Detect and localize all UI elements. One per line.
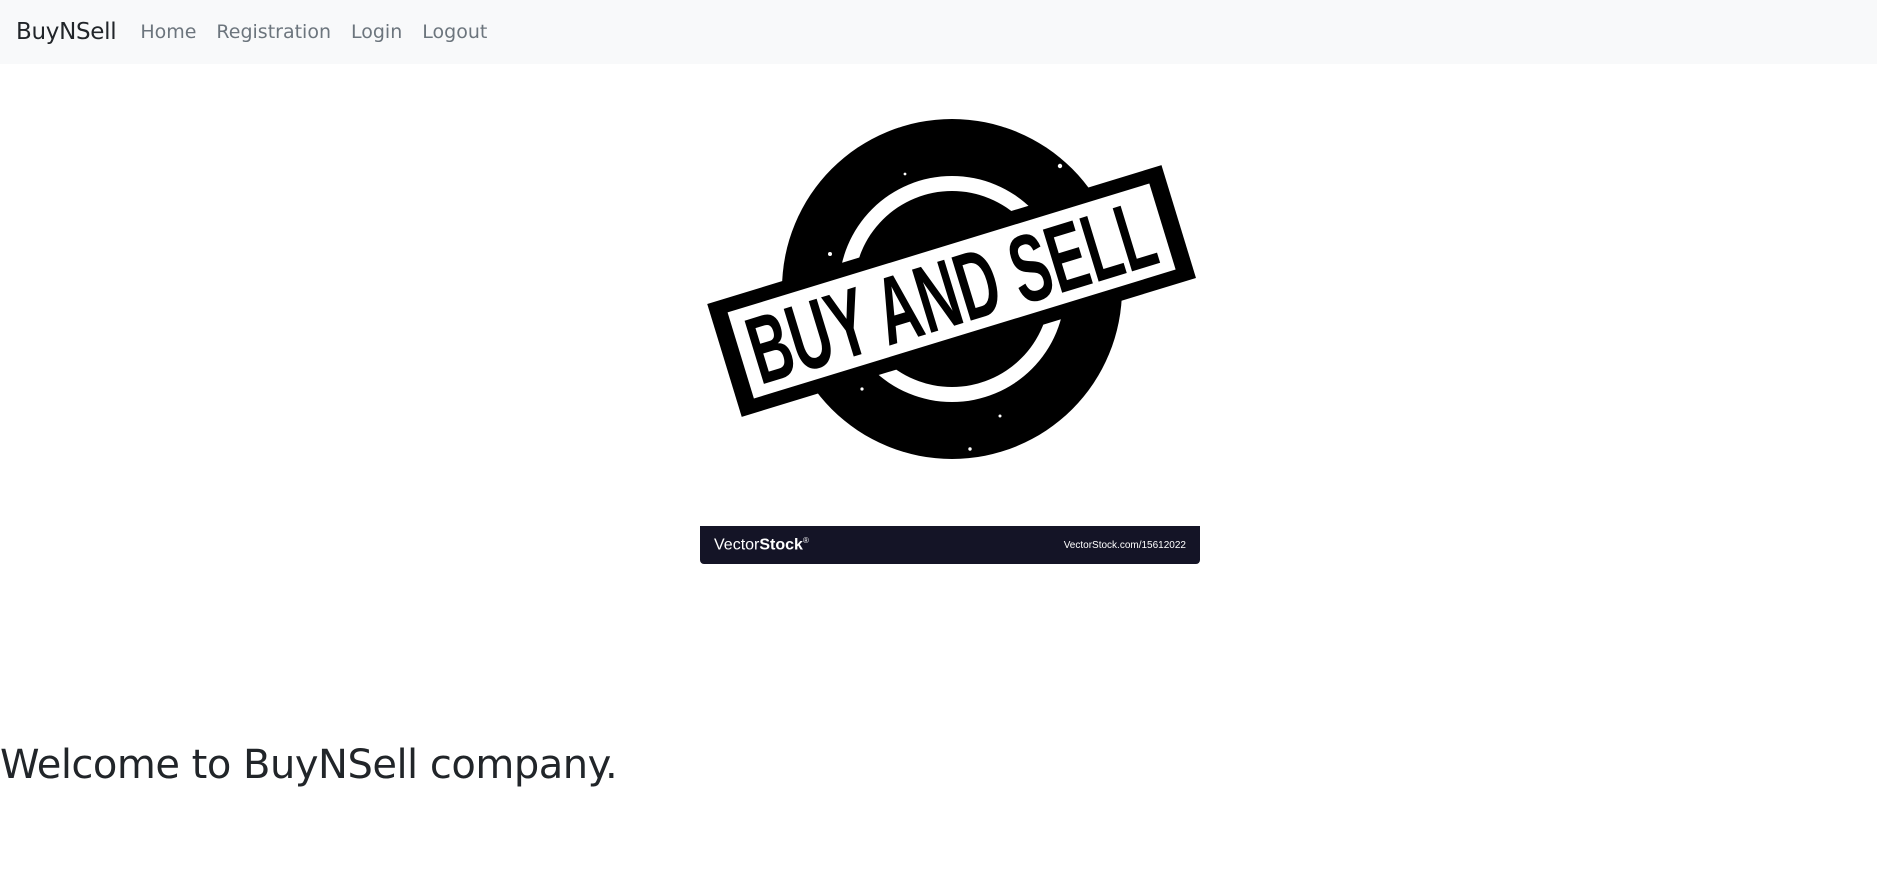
nav-link-registration[interactable]: Registration	[206, 21, 341, 43]
hero-image: BUY AND SELL	[700, 104, 1200, 564]
vectorstock-logo-bold: Stock	[759, 536, 803, 554]
vectorstock-watermark-bar: VectorStock® VectorStock.com/15612022	[700, 526, 1200, 564]
welcome-heading: Welcome to BuyNSell company.	[0, 742, 618, 788]
nav-link-home[interactable]: Home	[130, 21, 206, 43]
brand-link[interactable]: BuyNSell	[16, 19, 117, 45]
vectorstock-id: VectorStock.com/15612022	[1063, 539, 1186, 551]
nav-link-login[interactable]: Login	[341, 21, 412, 43]
vectorstock-logo: VectorStock®	[714, 536, 809, 554]
navbar: BuyNSell Home Registration Login Logout	[0, 0, 1877, 64]
vectorstock-logo-mark: ®	[802, 535, 809, 545]
vectorstock-logo-light: Vector	[714, 536, 760, 554]
nav-link-logout[interactable]: Logout	[412, 21, 497, 43]
buy-and-sell-stamp-logo: BUY AND SELL	[707, 119, 1196, 459]
nav-links: Home Registration Login Logout	[130, 21, 497, 43]
